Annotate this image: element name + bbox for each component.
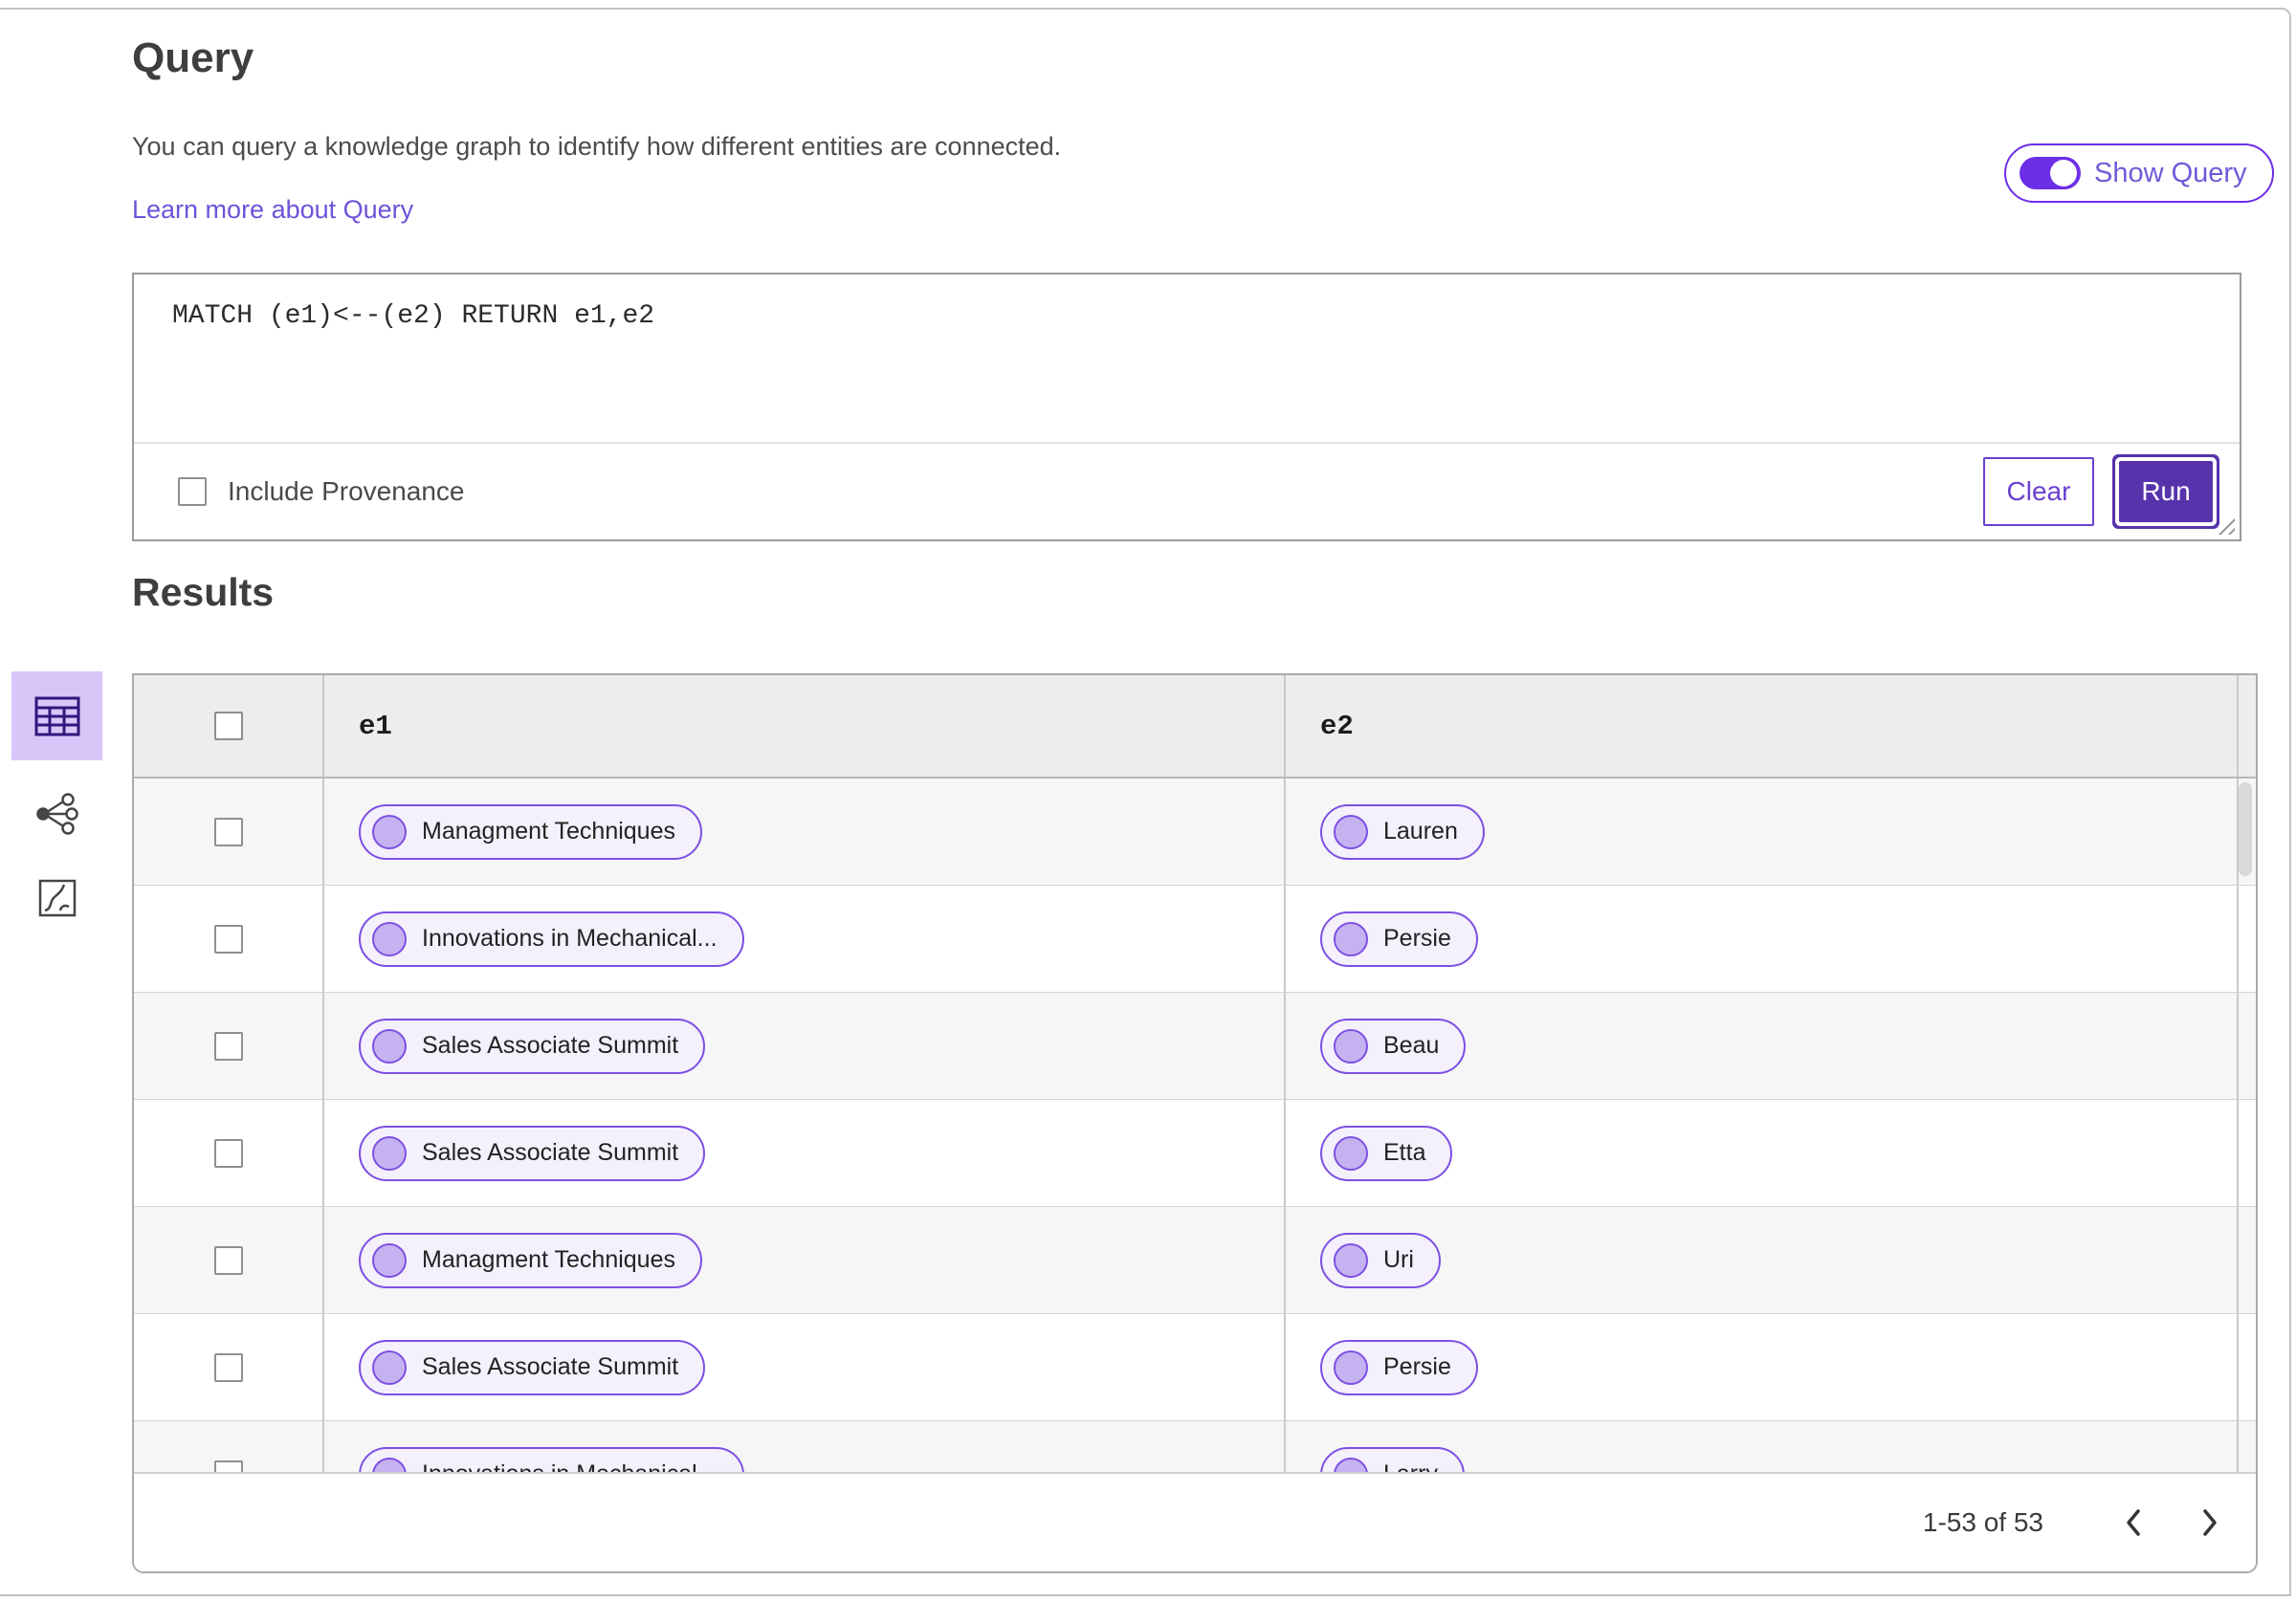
entity-pill-e1[interactable]: Sales Associate Summit xyxy=(359,1125,706,1181)
entity-node-icon xyxy=(1334,814,1368,849)
page-description: You can query a knowledge graph to ident… xyxy=(132,132,1062,161)
show-query-label: Show Query xyxy=(2094,157,2247,188)
row-checkbox[interactable] xyxy=(213,1245,243,1275)
table-row: Sales Associate Summit Etta xyxy=(134,1100,2256,1207)
entity-node-icon xyxy=(372,1028,407,1064)
chevron-right-icon xyxy=(2203,1509,2217,1536)
table-footer: 1-53 of 53 xyxy=(134,1472,2256,1571)
entity-pill-label: Sales Associate Summit xyxy=(422,1139,679,1166)
entity-pill-e2[interactable]: Etta xyxy=(1320,1125,1453,1181)
row-checkbox[interactable] xyxy=(213,1031,243,1061)
results-heading: Results xyxy=(132,570,275,614)
column-header-e1[interactable]: e1 xyxy=(322,675,1284,777)
entity-pill-e1[interactable]: Managment Techniques xyxy=(359,803,702,860)
graph-network-icon xyxy=(35,793,78,835)
table-header-row: e1 e2 xyxy=(134,675,2256,779)
entity-pill-label: Uri xyxy=(1383,1246,1414,1273)
next-page-button[interactable] xyxy=(2189,1502,2231,1544)
table-row: Sales Associate Summit Beau xyxy=(134,993,2256,1100)
entity-node-icon xyxy=(372,814,407,849)
row-checkbox[interactable] xyxy=(213,1138,243,1168)
page-title: Query xyxy=(132,34,254,81)
scrollbar-gutter xyxy=(2237,675,2256,777)
entity-pill-e2[interactable]: Lauren xyxy=(1320,803,1485,860)
learn-more-link[interactable]: Learn more about Query xyxy=(132,195,413,225)
entity-pill-label: Managment Techniques xyxy=(422,1246,675,1273)
entity-pill-e2[interactable]: Persie xyxy=(1320,911,1478,967)
results-table: e1 e2 Managment Techniques Lauren Innova… xyxy=(132,673,2258,1573)
toggle-on-icon[interactable] xyxy=(2020,157,2081,189)
row-checkbox[interactable] xyxy=(213,924,243,954)
entity-pill-e2[interactable]: Beau xyxy=(1320,1018,1467,1074)
diagram-path-icon xyxy=(38,879,76,917)
entity-pill-label: Innovations in Mechanical... xyxy=(422,925,718,952)
table-row: Sales Associate Summit Persie xyxy=(134,1314,2256,1421)
entity-pill-e2[interactable]: Persie xyxy=(1320,1339,1478,1395)
entity-node-icon xyxy=(1334,921,1368,956)
entity-node-icon xyxy=(372,1242,407,1278)
query-editor-footer: Include Provenance Clear Run xyxy=(134,442,2240,539)
table-row: Innovations in Mechanical... Persie xyxy=(134,886,2256,993)
toggle-knob xyxy=(2050,160,2077,187)
show-query-toggle[interactable]: Show Query xyxy=(2004,143,2274,203)
entity-node-icon xyxy=(372,921,407,956)
entity-pill-e2[interactable]: Uri xyxy=(1320,1232,1441,1288)
entity-pill-label: Persie xyxy=(1383,925,1451,952)
table-scrollbar-thumb[interactable] xyxy=(2239,782,2252,876)
entity-pill-e1[interactable]: Sales Associate Summit xyxy=(359,1339,706,1395)
table-view-button[interactable] xyxy=(11,671,102,760)
entity-pill-label: Etta xyxy=(1383,1139,1426,1166)
table-body: Managment Techniques Lauren Innovations … xyxy=(134,779,2256,1528)
results-view-switcher xyxy=(11,671,102,929)
entity-pill-label: Beau xyxy=(1383,1032,1440,1059)
row-checkbox[interactable] xyxy=(213,1352,243,1382)
entity-node-icon xyxy=(1334,1242,1368,1278)
entity-node-icon xyxy=(1334,1028,1368,1064)
entity-pill-label: Managment Techniques xyxy=(422,818,675,845)
query-textarea[interactable]: MATCH (e1)<--(e2) RETURN e1,e2 xyxy=(134,274,2240,442)
include-provenance-label: Include Provenance xyxy=(228,476,465,506)
column-header-e2[interactable]: e2 xyxy=(1284,675,2237,777)
select-all-checkbox[interactable] xyxy=(213,712,243,740)
query-editor: MATCH (e1)<--(e2) RETURN e1,e2 Include P… xyxy=(132,273,2241,541)
previous-page-button[interactable] xyxy=(2112,1502,2154,1544)
run-button[interactable]: Run xyxy=(2119,461,2213,522)
entity-pill-label: Sales Associate Summit xyxy=(422,1353,679,1380)
entity-pill-label: Persie xyxy=(1383,1353,1451,1380)
entity-node-icon xyxy=(1334,1135,1368,1171)
entity-node-icon xyxy=(372,1350,407,1385)
entity-pill-e1[interactable]: Managment Techniques xyxy=(359,1232,702,1288)
entity-node-icon xyxy=(372,1135,407,1171)
table-icon xyxy=(34,696,79,735)
chevron-left-icon xyxy=(2127,1509,2140,1536)
graph-view-button[interactable] xyxy=(27,783,88,845)
include-provenance-checkbox[interactable] xyxy=(178,477,207,506)
entity-pill-label: Lauren xyxy=(1383,818,1458,845)
table-row: Managment Techniques Uri xyxy=(134,1207,2256,1314)
entity-pill-e1[interactable]: Sales Associate Summit xyxy=(359,1018,706,1074)
table-row: Managment Techniques Lauren xyxy=(134,779,2256,886)
entity-pill-label: Sales Associate Summit xyxy=(422,1032,679,1059)
row-checkbox[interactable] xyxy=(213,817,243,846)
diagram-view-button[interactable] xyxy=(27,867,88,929)
clear-button[interactable]: Clear xyxy=(1983,457,2094,526)
entity-pill-e1[interactable]: Innovations in Mechanical... xyxy=(359,911,744,967)
entity-node-icon xyxy=(1334,1350,1368,1385)
pagination-range: 1-53 of 53 xyxy=(1922,1507,2043,1537)
